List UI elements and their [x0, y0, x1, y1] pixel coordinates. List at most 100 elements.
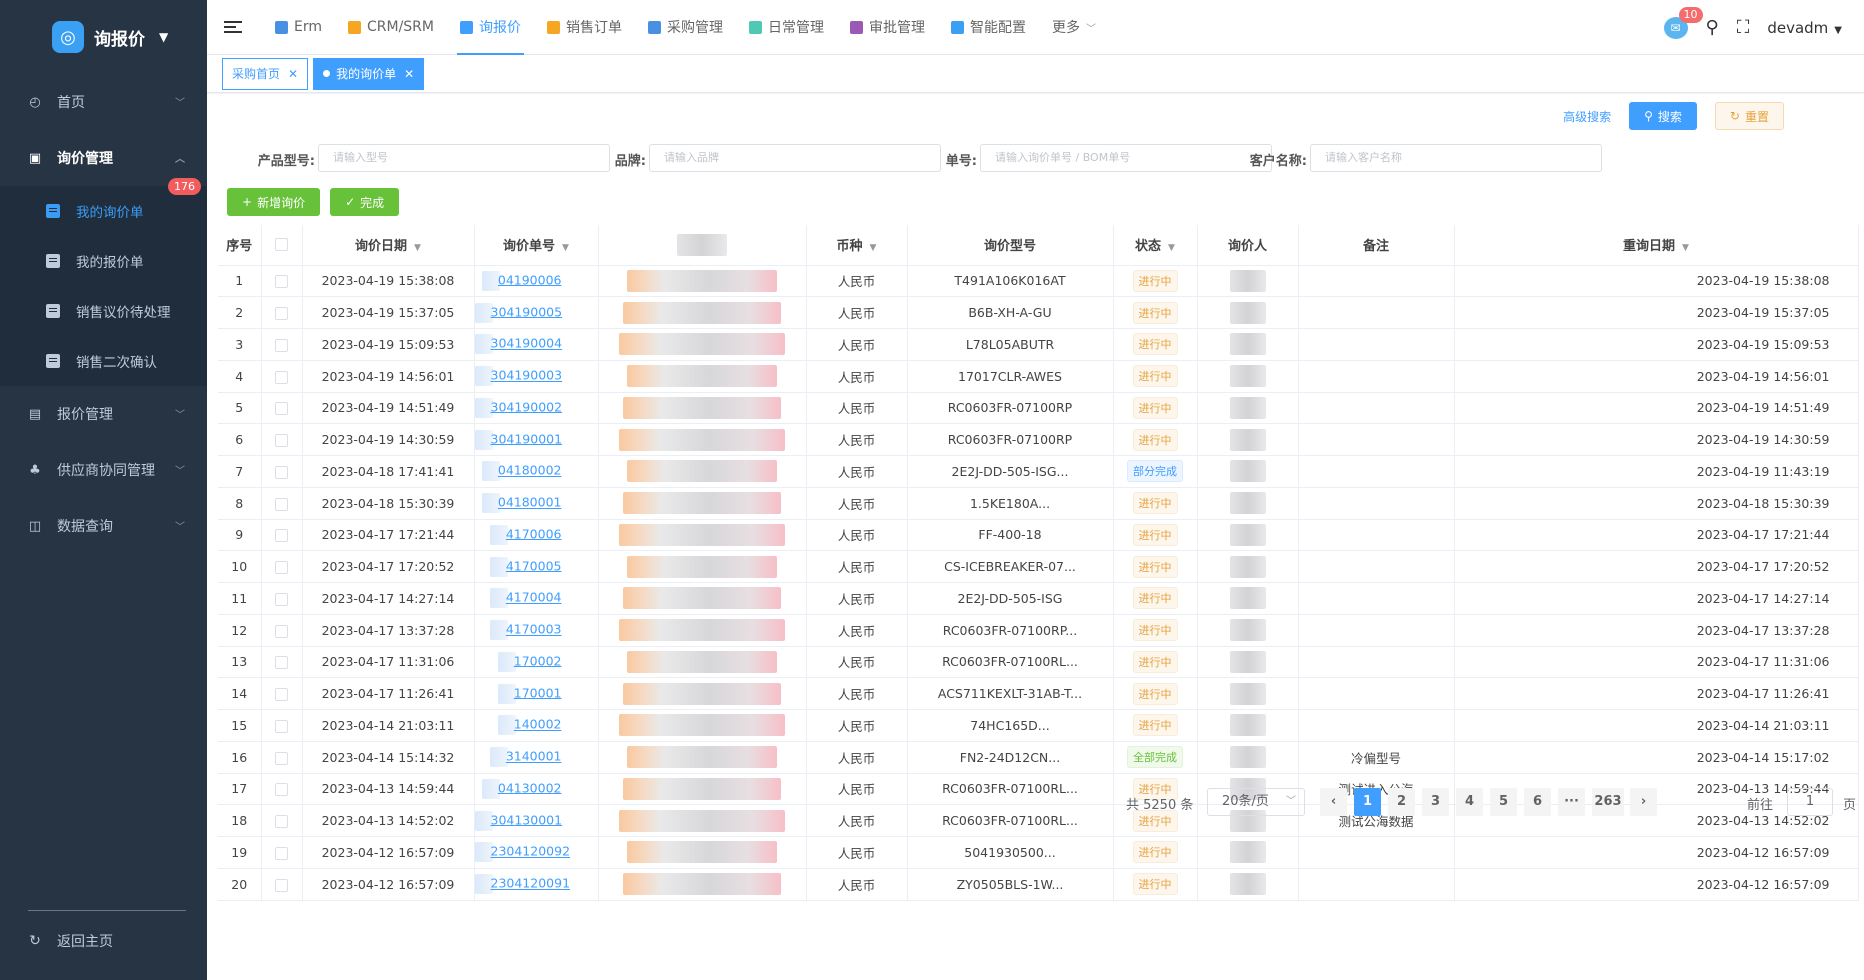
close-icon[interactable]: ✕ — [404, 67, 414, 81]
cell-order[interactable]: 170002 — [474, 646, 599, 679]
cell-order[interactable]: 304190002 — [474, 392, 599, 425]
page-tab-my-inquiries[interactable]: 我的询价单 ✕ — [313, 57, 425, 90]
cell-order[interactable]: 170001 — [474, 677, 599, 710]
row-checkbox[interactable] — [275, 688, 288, 702]
cell-select[interactable] — [261, 868, 303, 901]
table-row[interactable]: 3 2023-04-19 15:09:53 304190004 人民币 L78L05AB… — [218, 328, 1859, 361]
col-header-redate[interactable]: 重询日期 ▼ — [1454, 225, 1859, 266]
add-inquiry-button[interactable]: + 新增询价 — [227, 188, 321, 216]
order-link[interactable]: 04180001 — [498, 495, 562, 510]
table-row[interactable]: 15 2023-04-14 21:03:11 140002 人民币 74HC165D..… — [218, 709, 1859, 742]
order-link[interactable]: 4170003 — [506, 622, 562, 637]
table-row[interactable]: 2 2023-04-19 15:37:05 304190005 人民币 B6B-XH-A… — [218, 296, 1859, 329]
row-checkbox[interactable] — [275, 846, 288, 860]
table-row[interactable]: 19 2023-04-12 16:57:09 2304120092 人民币 504193… — [218, 836, 1859, 869]
complete-button[interactable]: ✓ 完成 — [330, 188, 400, 216]
row-checkbox[interactable] — [275, 561, 288, 575]
row-checkbox[interactable] — [275, 307, 288, 321]
cell-select[interactable] — [261, 550, 303, 583]
more-pages-button[interactable]: ··· — [1558, 788, 1585, 816]
cell-select[interactable] — [261, 487, 303, 520]
cell-order[interactable]: 4170005 — [474, 550, 599, 583]
order-link[interactable]: 170002 — [514, 653, 562, 668]
row-checkbox[interactable] — [275, 465, 288, 479]
row-checkbox[interactable] — [275, 529, 288, 543]
table-row[interactable]: 13 2023-04-17 11:31:06 170002 人民币 RC0603FR-0… — [218, 646, 1859, 679]
order-link[interactable]: 170001 — [514, 685, 562, 700]
page-button[interactable]: 1 — [1354, 788, 1381, 816]
row-checkbox[interactable] — [275, 624, 288, 638]
row-checkbox[interactable] — [275, 656, 288, 670]
table-row[interactable]: 20 2023-04-12 16:57:09 2304120091 人民币 ZY0505… — [218, 868, 1859, 901]
cell-order[interactable]: 4170004 — [474, 582, 599, 615]
nav-tab-crm-srm[interactable]: CRM/SRM — [335, 0, 447, 55]
search-icon[interactable]: ⚲ — [1706, 17, 1719, 38]
back-home-button[interactable]: ↻ 返回主页 — [0, 926, 207, 956]
cell-select[interactable] — [261, 836, 303, 869]
goto-page-input[interactable]: 1 — [1787, 788, 1833, 816]
sidebar-item-quote-management[interactable]: ▤ 报价管理 ﹀ — [0, 386, 207, 442]
cell-select[interactable] — [261, 646, 303, 679]
cell-select[interactable] — [261, 392, 303, 425]
page-button[interactable]: 263 — [1592, 788, 1624, 816]
order-link[interactable]: 140002 — [514, 717, 562, 732]
cell-select[interactable] — [261, 328, 303, 361]
user-menu[interactable]: devadm ▼ — [1767, 19, 1842, 37]
cell-select[interactable] — [261, 519, 303, 552]
sidebar-item-supplier[interactable]: ♣ 供应商协同管理 ﹀ — [0, 442, 207, 498]
reset-button[interactable]: ↻ 重置 — [1714, 102, 1784, 130]
cell-order[interactable]: 304190005 — [474, 296, 599, 329]
order-link[interactable]: 2304120091 — [491, 876, 571, 891]
cell-order[interactable]: 04180001 — [474, 487, 599, 520]
col-header-status[interactable]: 状态 ▼ — [1113, 225, 1198, 266]
cell-order[interactable]: 304190004 — [474, 328, 599, 361]
nav-tab-sales-order[interactable]: 销售订单 — [534, 0, 635, 55]
app-logo[interactable]: ◎ 询报价 ▼ — [0, 0, 207, 74]
order-link[interactable]: 4170005 — [506, 558, 562, 573]
order-link[interactable]: 3140001 — [506, 749, 562, 764]
sidebar-item-data-query[interactable]: ◫ 数据查询 ﹀ — [0, 498, 207, 554]
cell-order[interactable]: 2304120091 — [474, 868, 599, 901]
table-row[interactable]: 14 2023-04-17 11:26:41 170001 人民币 ACS711KEXL… — [218, 677, 1859, 710]
sidebar-item-my-inquiries[interactable]: 我的询价单 176 — [0, 178, 207, 236]
sort-icon[interactable]: ▼ — [1168, 243, 1175, 253]
cell-order[interactable]: 3140001 — [474, 741, 599, 774]
order-link[interactable]: 4170004 — [506, 590, 562, 605]
order-link[interactable]: 4170006 — [506, 526, 562, 541]
row-checkbox[interactable] — [275, 719, 288, 733]
row-checkbox[interactable] — [275, 434, 288, 448]
sort-icon[interactable]: ▼ — [562, 243, 569, 253]
table-row[interactable]: 12 2023-04-17 13:37:28 4170003 人民币 RC0603FR-… — [218, 614, 1859, 647]
table-row[interactable]: 6 2023-04-19 14:30:59 304190001 人民币 RC0603FR… — [218, 423, 1859, 456]
nav-more-dropdown[interactable]: 更多 ﹀ — [1039, 0, 1109, 55]
cell-select[interactable] — [261, 582, 303, 615]
menu-toggle-icon[interactable] — [224, 21, 242, 33]
cell-order[interactable]: 4170006 — [474, 519, 599, 552]
page-button[interactable]: 3 — [1422, 788, 1449, 816]
table-row[interactable]: 11 2023-04-17 14:27:14 4170004 人民币 2E2J-DD-5… — [218, 582, 1859, 615]
nav-tab-daily[interactable]: 日常管理 — [736, 0, 837, 55]
cell-select[interactable] — [261, 455, 303, 488]
page-button[interactable]: 5 — [1490, 788, 1517, 816]
next-page-button[interactable]: › — [1630, 788, 1657, 816]
table-row[interactable]: 9 2023-04-17 17:21:44 4170006 人民币 FF-400-18 进… — [218, 519, 1859, 552]
sidebar-item-my-quotes[interactable]: 我的报价单 — [0, 236, 207, 286]
cell-order[interactable]: 04190006 — [474, 265, 599, 298]
sort-icon[interactable]: ▼ — [1682, 243, 1689, 253]
row-checkbox[interactable] — [275, 751, 288, 765]
order-link[interactable]: 304190003 — [491, 368, 563, 383]
order-link[interactable]: 304190005 — [491, 304, 563, 319]
cell-order[interactable]: 304190001 — [474, 423, 599, 456]
row-checkbox[interactable] — [275, 370, 288, 384]
cell-select[interactable] — [261, 741, 303, 774]
close-icon[interactable]: ✕ — [288, 67, 298, 81]
advanced-search-link[interactable]: 高级搜索 — [1563, 108, 1611, 125]
cell-select[interactable] — [261, 296, 303, 329]
row-checkbox[interactable] — [275, 402, 288, 416]
order-link[interactable]: 04190006 — [498, 272, 562, 287]
nav-tab-approval[interactable]: 审批管理 — [837, 0, 938, 55]
col-header-select[interactable] — [261, 225, 303, 266]
select-all-checkbox[interactable] — [275, 238, 288, 252]
cell-order[interactable]: 4170003 — [474, 614, 599, 647]
order-link[interactable]: 304190002 — [491, 399, 563, 414]
